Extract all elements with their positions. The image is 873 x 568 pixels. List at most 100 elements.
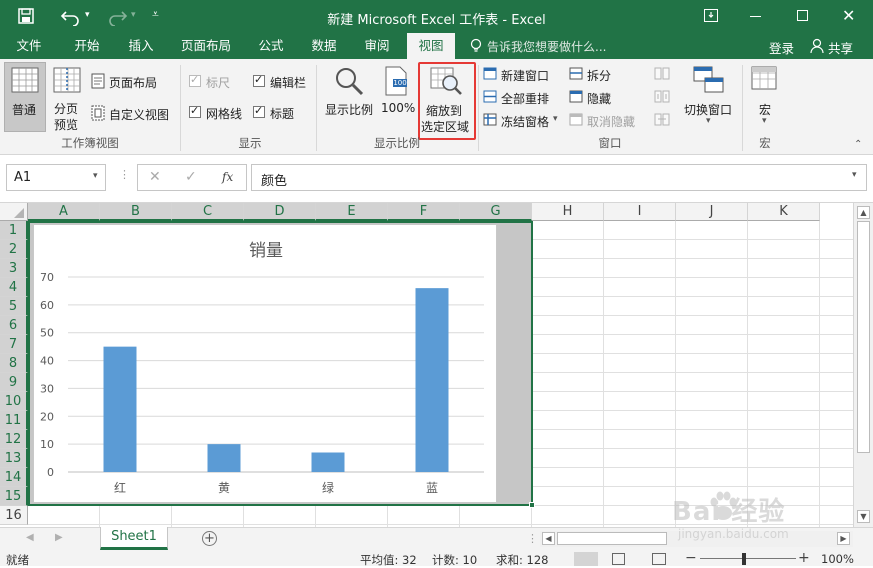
worksheet-grid[interactable]: ABCDEFGHIJK 1 2 3 4 5 6 7 8 9 10 11 12 13 14 15 16 0 10 2…: [0, 203, 873, 527]
bar-1[interactable]: [207, 444, 241, 472]
row-header-2[interactable]: 2: [0, 240, 28, 259]
tab-home[interactable]: 开始: [66, 33, 108, 59]
insert-function-icon[interactable]: fx: [222, 170, 233, 184]
row-header-11[interactable]: 11: [0, 411, 28, 430]
column-header-g[interactable]: G: [460, 203, 532, 221]
view-side-by-side-icon[interactable]: [654, 67, 670, 80]
headings-checkbox[interactable]: [253, 104, 265, 118]
page-layout-status-icon[interactable]: [612, 553, 625, 565]
column-header-j[interactable]: J: [676, 203, 748, 221]
row-header-12[interactable]: 12: [0, 430, 28, 449]
column-header-b[interactable]: B: [100, 203, 172, 221]
maximize-icon[interactable]: [797, 10, 808, 21]
column-header-e[interactable]: E: [316, 203, 388, 221]
share-button[interactable]: 共享: [828, 38, 853, 57]
gridlines-label: 网格线: [206, 107, 243, 121]
unhide-button[interactable]: 取消隐藏: [587, 113, 635, 130]
gridlines-checkbox[interactable]: [189, 104, 201, 118]
bar-2[interactable]: [311, 452, 345, 473]
row-header-3[interactable]: 3: [0, 259, 28, 278]
macros-button[interactable]: 宏 ▾: [748, 63, 782, 129]
bar-0[interactable]: [103, 346, 137, 472]
zoom-in-icon[interactable]: +: [798, 550, 810, 566]
sign-in-link[interactable]: 登录: [769, 38, 794, 57]
tab-file[interactable]: 文件: [8, 33, 50, 59]
normal-view-status-icon[interactable]: [574, 552, 598, 566]
row-header-5[interactable]: 5: [0, 297, 28, 316]
separator: [742, 65, 743, 151]
formula-input[interactable]: 颜色 ▾: [251, 164, 867, 191]
horizontal-scroll-thumb[interactable]: [557, 532, 667, 545]
arrange-all-button[interactable]: 全部重排: [501, 90, 549, 107]
vertical-scrollbar[interactable]: ▲ ▼: [853, 203, 873, 527]
formula-bar-checkbox[interactable]: [253, 73, 265, 87]
column-header-d[interactable]: D: [244, 203, 316, 221]
tab-view[interactable]: 视图: [407, 33, 455, 59]
freeze-panes-button[interactable]: 冻结窗格: [501, 113, 549, 130]
collapse-ribbon-icon[interactable]: ⌃: [854, 139, 862, 150]
tab-review[interactable]: 审阅: [356, 33, 398, 59]
row-header-6[interactable]: 6: [0, 316, 28, 335]
switch-windows-button[interactable]: 切换窗口 ▾: [680, 63, 738, 129]
scroll-up-icon[interactable]: ▲: [857, 206, 870, 219]
row-header-15[interactable]: 15: [0, 487, 28, 506]
zoom-slider-thumb[interactable]: [742, 553, 746, 565]
zoom-100-button[interactable]: 100 100%: [378, 63, 416, 123]
row-header-1[interactable]: 1: [0, 221, 28, 240]
bar-3[interactable]: [415, 288, 449, 472]
cancel-icon[interactable]: ✕: [149, 169, 161, 185]
row-header-7[interactable]: 7: [0, 335, 28, 354]
ruler-checkbox[interactable]: [189, 73, 201, 87]
minimize-icon[interactable]: [750, 16, 761, 17]
column-header-i[interactable]: I: [604, 203, 676, 221]
split-button[interactable]: 拆分: [587, 67, 611, 84]
ribbon-display-options-icon[interactable]: [704, 9, 718, 22]
column-header-a[interactable]: A: [28, 203, 100, 221]
reset-window-position-icon[interactable]: [654, 113, 670, 126]
expand-formula-icon[interactable]: ▾: [852, 170, 857, 180]
next-sheet-icon[interactable]: ▶: [55, 532, 63, 543]
row-header-9[interactable]: 9: [0, 373, 28, 392]
column-header-c[interactable]: C: [172, 203, 244, 221]
prev-sheet-icon[interactable]: ◀: [26, 532, 34, 543]
close-icon[interactable]: ✕: [842, 6, 855, 25]
zoom-button[interactable]: 显示比例: [322, 63, 374, 123]
scroll-left-icon[interactable]: ◀: [542, 532, 555, 545]
name-box[interactable]: A1 ▾: [6, 164, 106, 191]
normal-view-button[interactable]: 普通: [4, 62, 46, 132]
new-window-button[interactable]: 新建窗口: [501, 67, 549, 84]
column-header-h[interactable]: H: [532, 203, 604, 221]
chart-object[interactable]: 0 10 20 30 40 50 60 70 红 黄 绿 蓝 销量: [33, 224, 497, 503]
zoom-to-selection-button[interactable]: 缩放到 选定区域: [418, 62, 476, 140]
enter-icon[interactable]: ✓: [185, 169, 197, 185]
tab-data[interactable]: 数据: [303, 33, 345, 59]
synchronous-scrolling-icon[interactable]: [654, 90, 670, 103]
row-header-14[interactable]: 14: [0, 468, 28, 487]
custom-views-button[interactable]: 自定义视图: [109, 106, 169, 123]
freeze-dropdown-icon[interactable]: ▾: [553, 114, 558, 124]
row-header-10[interactable]: 10: [0, 392, 28, 411]
add-sheet-icon[interactable]: +: [202, 531, 217, 546]
sheet-tab-sheet1[interactable]: Sheet1: [100, 527, 168, 550]
tab-formulas[interactable]: 公式: [250, 33, 292, 59]
zoom-slider[interactable]: [700, 558, 796, 559]
name-box-dropdown-icon[interactable]: ▾: [93, 171, 98, 181]
row-header-13[interactable]: 13: [0, 449, 28, 468]
hide-button[interactable]: 隐藏: [587, 90, 611, 107]
fill-handle[interactable]: [529, 502, 535, 508]
zoom-level[interactable]: 100%: [821, 552, 854, 566]
tab-insert[interactable]: 插入: [120, 33, 162, 59]
row-header-16[interactable]: 16: [0, 506, 28, 525]
tell-me-input[interactable]: 告诉我您想要做什么...: [487, 38, 606, 55]
page-break-status-icon[interactable]: [652, 553, 666, 565]
column-header-k[interactable]: K: [748, 203, 820, 221]
page-layout-button[interactable]: 页面布局: [109, 74, 157, 91]
vertical-scroll-thumb[interactable]: [857, 221, 870, 453]
page-break-preview-button[interactable]: 分页 预览: [50, 62, 86, 132]
row-header-8[interactable]: 8: [0, 354, 28, 373]
row-header-4[interactable]: 4: [0, 278, 28, 297]
zoom-out-icon[interactable]: −: [685, 550, 697, 566]
column-header-f[interactable]: F: [388, 203, 460, 221]
select-all-corner[interactable]: [0, 203, 28, 221]
tab-page-layout[interactable]: 页面布局: [176, 33, 236, 59]
